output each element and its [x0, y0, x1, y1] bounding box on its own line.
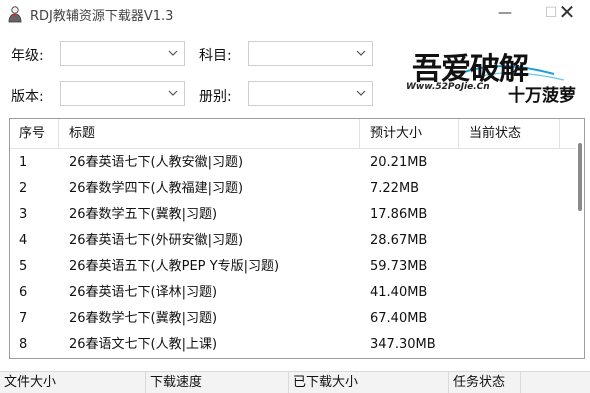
- app-person-icon: [8, 6, 22, 23]
- row-size: 347.30MB: [370, 337, 436, 352]
- resource-table[interactable]: 序号 标题 预计大小 当前状态 1 26春英语七下(人教安徽|习题) 20.21…: [9, 118, 585, 359]
- row-status: [460, 176, 560, 202]
- title-bar: RDJ教辅资源下载器V1.3 — ☐ ✕: [0, 0, 590, 28]
- row-index: 2: [19, 181, 28, 196]
- status-downloaded-size: 已下载大小: [289, 372, 449, 393]
- chevron-down-icon: [168, 90, 178, 96]
- column-header-index[interactable]: 序号: [10, 119, 59, 149]
- chevron-down-icon: [168, 50, 178, 56]
- row-size: 7.22MB: [370, 181, 420, 196]
- row-size: 28.67MB: [370, 233, 428, 248]
- row-size: 20.21MB: [370, 155, 428, 170]
- row-title: 26春数学七下(冀教|习题): [69, 311, 218, 326]
- table-row[interactable]: 2 26春数学四下(人教福建|习题) 7.22MB: [10, 176, 576, 202]
- row-status: [460, 280, 560, 306]
- row-index: 1: [19, 155, 28, 170]
- edition-select[interactable]: [60, 81, 185, 106]
- column-header-size[interactable]: 预计大小: [361, 119, 459, 149]
- logo: 吾爱破解 Www.52PoJie.Cn 十万菠萝: [404, 44, 580, 106]
- row-size: 17.86MB: [370, 207, 428, 222]
- status-task-status: 任务状态: [449, 372, 521, 393]
- row-size: 67.40MB: [370, 311, 428, 326]
- status-bar: 文件大小 下载速度 已下载大小 任务状态: [0, 371, 590, 393]
- chevron-down-icon: [356, 50, 366, 56]
- row-status: [460, 306, 560, 332]
- row-index: 8: [19, 337, 28, 352]
- table-scrollbar[interactable]: [576, 119, 584, 358]
- table-row[interactable]: 7 26春数学七下(冀教|习题) 67.40MB: [10, 306, 576, 332]
- row-index: 7: [19, 311, 28, 326]
- window-title: RDJ教辅资源下载器V1.3: [30, 9, 174, 24]
- scrollbar-thumb[interactable]: [578, 143, 582, 211]
- close-button[interactable]: ✕: [544, 0, 590, 28]
- row-index: 5: [19, 259, 28, 274]
- row-index: 3: [19, 207, 28, 222]
- chevron-down-icon: [356, 90, 366, 96]
- edition-label: 版本:: [11, 89, 44, 105]
- row-size: 59.73MB: [370, 259, 428, 274]
- row-title: 26春数学五下(冀教|习题): [69, 207, 218, 222]
- table-row[interactable]: 5 26春英语五下(人教PEP Y专版|习题) 59.73MB: [10, 254, 576, 280]
- row-title: 26春英语七下(人教安徽|习题): [69, 155, 244, 170]
- row-title: 26春语文七下(人教|上课): [69, 337, 218, 352]
- table-row[interactable]: 6 26春英语七下(译林|习题) 41.40MB: [10, 280, 576, 306]
- subject-label: 科目:: [199, 48, 232, 64]
- row-title: 26春英语七下(外研安徽|习题): [69, 233, 244, 248]
- row-title: 26春数学四下(人教福建|习题): [69, 181, 244, 196]
- table-row[interactable]: 3 26春数学五下(冀教|习题) 17.86MB: [10, 202, 576, 228]
- row-size: 41.40MB: [370, 285, 428, 300]
- row-index: 6: [19, 285, 28, 300]
- row-status: [460, 228, 560, 254]
- table-row[interactable]: 1 26春英语七下(人教安徽|习题) 20.21MB: [10, 150, 576, 176]
- minimize-button[interactable]: —: [482, 0, 528, 28]
- row-status: [460, 150, 560, 176]
- table-row[interactable]: 4 26春英语七下(外研安徽|习题) 28.67MB: [10, 228, 576, 254]
- table-header: 序号 标题 预计大小 当前状态: [10, 119, 576, 149]
- row-status: [460, 254, 560, 280]
- row-index: 4: [19, 233, 28, 248]
- table-row[interactable]: 8 26春语文七下(人教|上课) 347.30MB: [10, 332, 576, 358]
- subject-select[interactable]: [248, 41, 373, 66]
- grade-label: 年级:: [11, 48, 44, 64]
- column-header-status[interactable]: 当前状态: [460, 119, 560, 149]
- status-file-size: 文件大小: [0, 372, 146, 393]
- grade-select[interactable]: [60, 41, 185, 66]
- column-header-title[interactable]: 标题: [60, 119, 360, 149]
- volume-label: 册别:: [199, 89, 232, 105]
- row-status: [460, 202, 560, 228]
- row-title: 26春英语七下(译林|习题): [69, 285, 218, 300]
- row-title: 26春英语五下(人教PEP Y专版|习题): [69, 259, 280, 274]
- logo-url: Www.52PoJie.Cn: [406, 82, 490, 92]
- row-status: [460, 332, 560, 358]
- volume-select[interactable]: [248, 81, 373, 106]
- status-download-speed: 下载速度: [146, 372, 289, 393]
- logo-slogan: 十万菠萝: [508, 86, 576, 106]
